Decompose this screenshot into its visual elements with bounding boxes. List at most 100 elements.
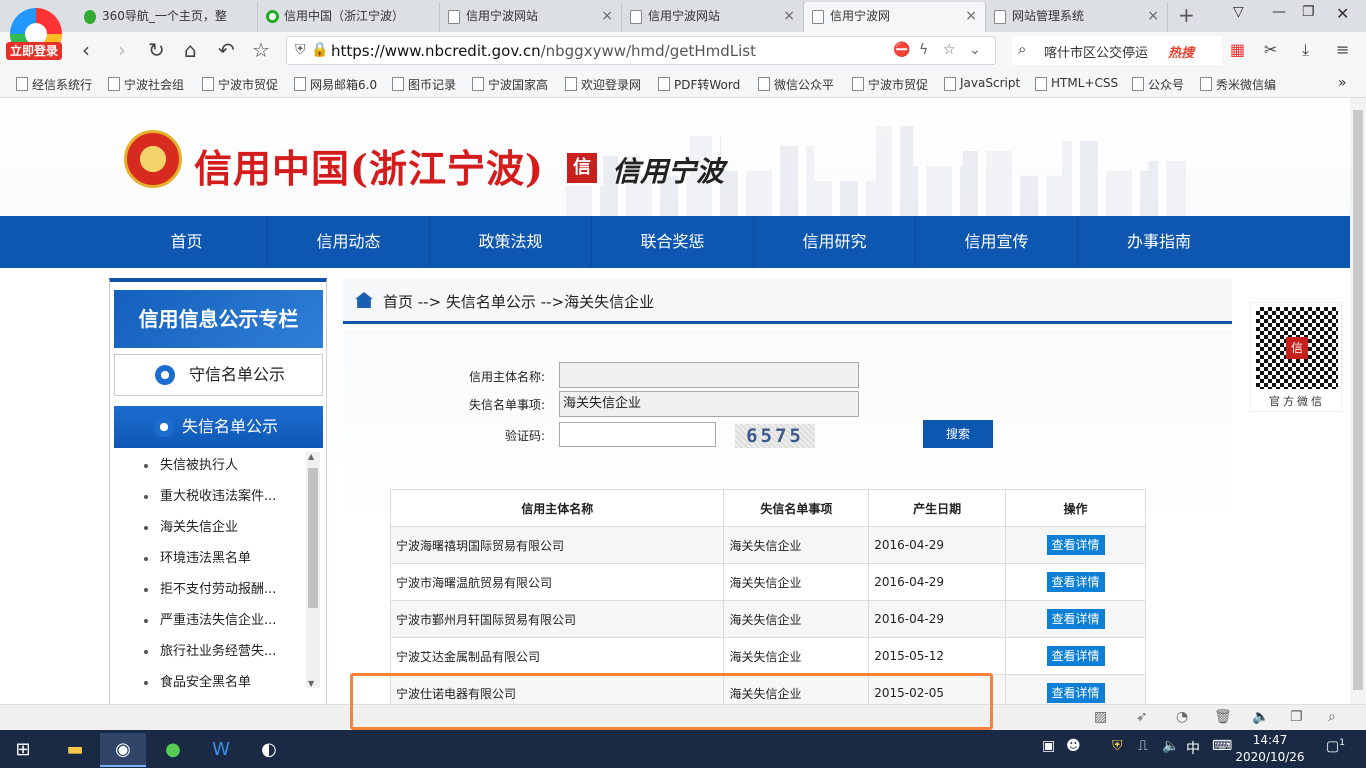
bookmark-item[interactable]: 经信系统行 <box>14 76 92 93</box>
apps-icon[interactable]: ▦ <box>1230 40 1245 59</box>
flash-icon[interactable]: ϟ <box>919 42 928 58</box>
nav-publicity[interactable]: 信用宣传 <box>916 216 1078 268</box>
tab-3[interactable]: 信用宁波网站 × <box>440 2 622 32</box>
tray-app-icon[interactable]: ▣ <box>1042 738 1055 754</box>
type-select[interactable]: 海关失信企业 <box>559 391 859 417</box>
sidebar-item-customs[interactable]: 海关失信企业 <box>134 512 306 543</box>
sidebar-item[interactable]: 严重违法失信企业... <box>134 605 306 636</box>
bookmark-item[interactable]: 宁波市贸促 <box>850 76 928 93</box>
bookmarks-more-button[interactable]: » <box>1338 75 1347 91</box>
login-badge[interactable]: 立即登录 <box>6 42 62 60</box>
view-details-button[interactable]: 查看详情 <box>1046 646 1105 666</box>
address-bar[interactable]: ⛨ 🔒 https://www.nbcredit.gov.cn/nbggxyww… <box>286 36 996 65</box>
bookmark-item[interactable]: PDF转Word <box>656 76 740 93</box>
notification-icon[interactable]: ▢1 <box>1326 738 1345 755</box>
bookmark-item[interactable]: HTML+CSS <box>1033 76 1118 91</box>
new-tab-button[interactable]: + <box>1178 3 1195 27</box>
minimize-icon[interactable]: — <box>1272 4 1286 20</box>
sidebar-item[interactable]: 环境违法黑名单 <box>134 543 306 574</box>
sidebar-item[interactable]: 旅行社业务经营失... <box>134 636 306 667</box>
red-list-button[interactable]: 守信名单公示 <box>114 354 323 396</box>
bookmark-item[interactable]: 宁波国家高 <box>470 76 548 93</box>
menu-icon[interactable]: ≡ <box>1336 40 1349 59</box>
sidebar-item[interactable]: 失信被执行人 <box>134 450 306 481</box>
view-details-button[interactable]: 查看详情 <box>1046 535 1105 555</box>
bookmark-item[interactable]: 公众号 <box>1130 76 1184 93</box>
breadcrumb-text[interactable]: 首页 --> 失信名单公示 -->海关失信企业 <box>383 291 654 312</box>
nav-guide[interactable]: 办事指南 <box>1078 216 1240 268</box>
file-explorer-icon[interactable]: ▬ <box>52 733 98 767</box>
360-browser-icon[interactable]: ◉ <box>100 733 146 767</box>
nav-rewards[interactable]: 联合奖惩 <box>592 216 754 268</box>
tab-1[interactable]: 360导航_一个主页，整 <box>76 2 258 32</box>
nav-credit-news[interactable]: 信用动态 <box>268 216 430 268</box>
captcha-input[interactable] <box>559 422 716 447</box>
search-query[interactable]: 喀什市区公交停运 <box>1044 42 1148 61</box>
sidebar-item[interactable]: 食品安全黑名单 <box>134 667 306 690</box>
image-icon[interactable]: ▨ <box>1094 709 1107 725</box>
hot-search-label[interactable]: 热搜 <box>1168 42 1194 61</box>
reload-icon[interactable]: ↻ <box>148 38 165 62</box>
trash-icon[interactable]: 🗑 <box>1214 709 1232 725</box>
view-details-button[interactable]: 查看详情 <box>1046 572 1105 592</box>
home-icon[interactable]: ⌂ <box>184 38 197 62</box>
close-icon[interactable]: × <box>965 2 977 30</box>
view-details-button[interactable]: 查看详情 <box>1046 609 1105 629</box>
close-icon[interactable]: × <box>783 2 795 30</box>
view-details-button[interactable]: 查看详情 <box>1046 683 1105 703</box>
shirt-icon[interactable]: ▽ <box>1233 4 1244 20</box>
scroll-up-icon[interactable]: ▲ <box>308 452 314 461</box>
back-icon[interactable]: ‹ <box>82 38 90 62</box>
bookmark-item[interactable]: 图币记录 <box>390 76 456 93</box>
speed-icon[interactable]: ◔ <box>1176 709 1188 725</box>
bookmark-item[interactable]: 宁波市贸促 <box>200 76 278 93</box>
sidebar-scrollbar[interactable]: ▲ ▼ <box>306 452 320 688</box>
bookmark-item[interactable]: JavaScript <box>942 76 1020 91</box>
wps-writer-icon[interactable]: W <box>198 733 244 767</box>
page-scrollbar[interactable] <box>1350 98 1366 704</box>
close-icon[interactable]: × <box>1147 2 1159 30</box>
network-icon[interactable]: ⎍ <box>1138 738 1148 754</box>
nav-research[interactable]: 信用研究 <box>754 216 916 268</box>
name-input[interactable] <box>559 362 859 388</box>
scrollbar-thumb[interactable] <box>1353 110 1363 690</box>
scrollbar-thumb[interactable] <box>308 468 318 608</box>
bookmark-item[interactable]: 秀米微信编 <box>1198 76 1276 93</box>
speaker-icon[interactable]: 🔈 <box>1162 738 1179 754</box>
black-list-header[interactable]: 失信名单公示 <box>114 406 323 448</box>
wechat-icon[interactable]: ● <box>150 733 196 767</box>
undo-icon[interactable]: ↶ <box>218 38 235 62</box>
sidebar-item[interactable]: 拒不支付劳动报酬... <box>134 574 306 605</box>
star-icon[interactable]: ☆ <box>252 38 270 62</box>
captcha-image[interactable]: 6575 <box>735 424 815 448</box>
favorite-icon[interactable]: ☆ <box>943 42 956 58</box>
tab-2[interactable]: 信用中国（浙江宁波） <box>258 2 440 32</box>
download-icon[interactable]: ⤓ <box>1302 40 1309 60</box>
search-box[interactable]: ⌕ 喀什市区公交停运 热搜 <box>1012 36 1222 65</box>
forward-icon[interactable]: › <box>118 38 126 62</box>
close-icon[interactable]: × <box>601 2 613 30</box>
bookmark-item[interactable]: 宁波社会组 <box>106 76 184 93</box>
bookmark-item[interactable]: 欢迎登录网 <box>563 76 641 93</box>
restore-icon[interactable]: ❐ <box>1302 4 1315 20</box>
ime-indicator[interactable]: 中 <box>1186 738 1200 758</box>
window-icon[interactable]: ❐ <box>1290 709 1303 725</box>
bookmark-item[interactable]: 微信公众平 <box>756 76 834 93</box>
security-icon[interactable]: ⛨ <box>1112 738 1123 754</box>
tab-6[interactable]: 网站管理系统 × <box>986 2 1168 32</box>
scroll-down-icon[interactable]: ▼ <box>308 679 314 688</box>
rocket-icon[interactable]: ➶ <box>1136 709 1148 725</box>
scissors-icon[interactable]: ✂ <box>1264 40 1277 59</box>
volume-icon[interactable]: 🔈 <box>1252 709 1269 725</box>
system-clock[interactable]: 14:47 2020/10/26 <box>1230 732 1310 766</box>
block-icon[interactable]: ⛔ <box>893 42 910 58</box>
chevron-down-icon[interactable]: ⌄ <box>969 42 981 58</box>
zoom-icon[interactable]: ⌕ <box>1328 709 1336 725</box>
app-icon[interactable]: ◐ <box>246 733 292 767</box>
bookmark-item[interactable]: 网易邮箱6.0 <box>292 76 377 93</box>
nav-policy[interactable]: 政策法规 <box>430 216 592 268</box>
tab-4[interactable]: 信用宁波网站 × <box>622 2 804 32</box>
search-button[interactable]: 搜索 <box>923 420 993 448</box>
tab-5-active[interactable]: 信用宁波网 × <box>804 2 986 32</box>
sidebar-item[interactable]: 重大税收违法案件... <box>134 481 306 512</box>
